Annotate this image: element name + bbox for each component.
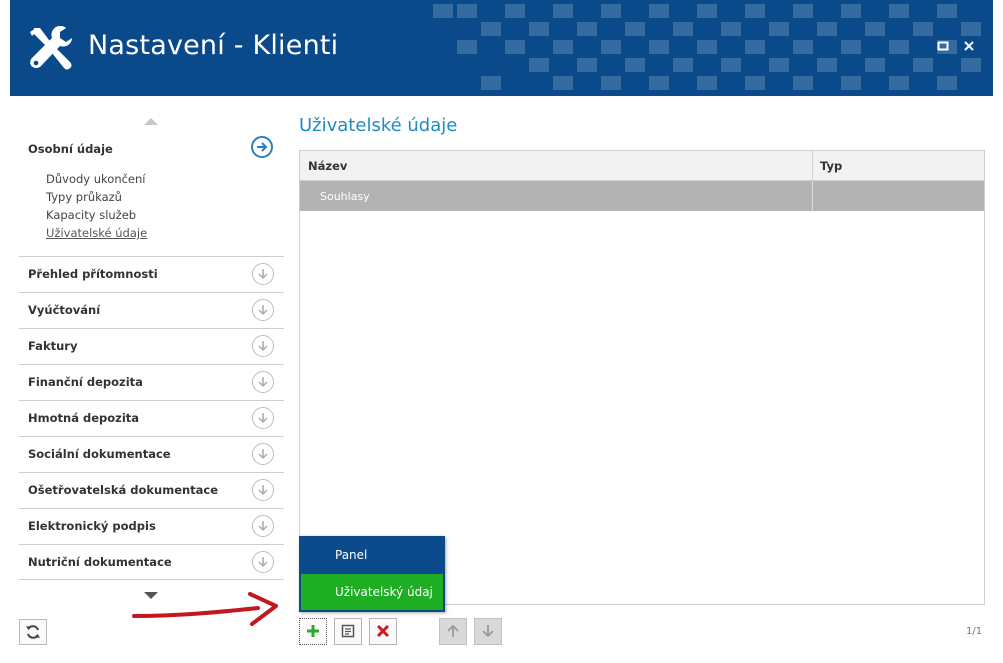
column-divider xyxy=(812,181,813,211)
arrow-down-circle-icon[interactable] xyxy=(252,371,274,393)
scroll-up-icon[interactable] xyxy=(144,118,158,125)
column-header-typ[interactable]: Typ xyxy=(820,159,842,173)
sidebar-section-faktury[interactable]: Faktury xyxy=(19,328,284,364)
delete-button[interactable] xyxy=(369,618,397,645)
close-icon[interactable] xyxy=(961,40,977,56)
sidebar-section-label: Vyúčtování xyxy=(28,303,101,317)
sidebar-section-label: Nutriční dokumentace xyxy=(28,555,172,569)
sidebar-section-vyuctovani[interactable]: Vyúčtování xyxy=(19,292,284,328)
sidebar-item-kapacity-sluzeb[interactable]: Kapacity služeb xyxy=(46,208,136,222)
arrow-down-circle-icon[interactable] xyxy=(252,551,274,573)
menu-item-uzivatelsky-udaj[interactable]: Uživatelský údaj xyxy=(301,574,443,610)
add-button[interactable] xyxy=(299,618,327,645)
column-header-nazev[interactable]: Název xyxy=(308,159,347,173)
sidebar-section-financni-depozita[interactable]: Finanční depozita xyxy=(19,364,284,400)
table-row[interactable]: Souhlasy xyxy=(300,181,984,211)
arrow-right-circle-icon[interactable] xyxy=(251,136,273,158)
plus-icon xyxy=(307,625,319,637)
page-indicator: 1/1 xyxy=(966,626,983,637)
table-header: Název Typ xyxy=(300,151,984,181)
arrow-down-icon xyxy=(482,625,494,638)
edit-icon xyxy=(341,624,355,638)
arrow-up-icon xyxy=(447,624,459,637)
arrow-down-circle-icon[interactable] xyxy=(252,479,274,501)
menu-item-panel[interactable]: Panel xyxy=(299,536,445,574)
sidebar-section-label: Ošetřovatelská dokumentace xyxy=(28,483,219,497)
menu-item-label: Panel xyxy=(335,548,368,562)
sidebar-section-label: Sociální dokumentace xyxy=(28,447,171,461)
arrow-down-circle-icon[interactable] xyxy=(252,335,274,357)
cell-name: Souhlasy xyxy=(320,190,370,203)
sidebar-item-duvody-ukonceni[interactable]: Důvody ukončení xyxy=(46,172,146,186)
sidebar-section-socialni-dokumentace[interactable]: Sociální dokumentace xyxy=(19,436,284,472)
page-title: Uživatelské údaje xyxy=(299,115,458,136)
refresh-button[interactable] xyxy=(19,619,47,645)
sidebar-section-label: Přehled přítomnosti xyxy=(28,267,158,281)
add-item-menu: Panel Uživatelský údaj xyxy=(299,536,445,612)
sidebar-section-hmotna-depozita[interactable]: Hmotná depozita xyxy=(19,400,284,436)
delete-icon xyxy=(376,624,390,638)
sidebar-section-label: Faktury xyxy=(28,339,78,353)
move-down-button[interactable] xyxy=(474,618,502,645)
arrow-down-circle-icon[interactable] xyxy=(252,407,274,429)
sidebar-section-label[interactable]: Osobní údaje xyxy=(28,142,113,156)
menu-item-label: Uživatelský údaj xyxy=(335,585,433,599)
edit-button[interactable] xyxy=(334,618,362,645)
window-title: Nastavení - Klienti xyxy=(88,30,339,61)
sidebar-section-osetrovatelska-dokumentace[interactable]: Ošetřovatelská dokumentace xyxy=(19,472,284,508)
window-header: Nastavení - Klienti xyxy=(10,0,993,96)
refresh-icon xyxy=(26,625,40,639)
arrow-down-circle-icon[interactable] xyxy=(252,299,274,321)
red-pointer-arrow-icon xyxy=(132,592,278,626)
maximize-icon[interactable] xyxy=(935,40,951,56)
sidebar-section-label: Hmotná depozita xyxy=(28,411,140,425)
arrow-down-circle-icon[interactable] xyxy=(252,443,274,465)
sidebar-section-nutricni-dokumentace[interactable]: Nutriční dokumentace xyxy=(19,544,284,580)
arrow-down-circle-icon[interactable] xyxy=(252,263,274,285)
move-up-button[interactable] xyxy=(439,618,467,645)
arrow-down-circle-icon[interactable] xyxy=(252,515,274,537)
header-pattern xyxy=(433,4,981,90)
tools-icon xyxy=(30,26,72,70)
sidebar-section-elektronicky-podpis[interactable]: Elektronický podpis xyxy=(19,508,284,544)
sidebar-item-uzivatelske-udaje[interactable]: Uživatelské údaje xyxy=(46,226,147,240)
sidebar-section-label: Finanční depozita xyxy=(28,375,143,389)
sidebar-section-label: Elektronický podpis xyxy=(28,519,156,533)
sidebar-section-prehled-pritomnosti[interactable]: Přehled přítomnosti xyxy=(19,256,284,292)
sidebar-item-typy-prukazu[interactable]: Typy průkazů xyxy=(46,190,122,204)
